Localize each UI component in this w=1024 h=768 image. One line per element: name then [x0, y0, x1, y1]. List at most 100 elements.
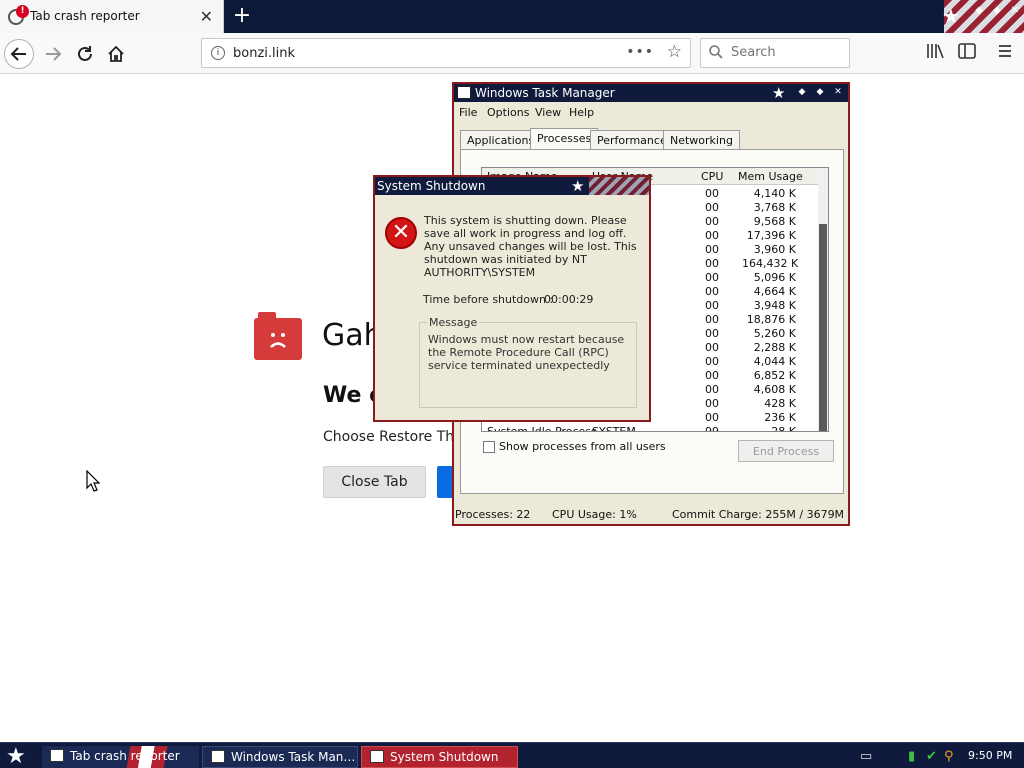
search-input[interactable] [731, 45, 841, 60]
taskbar: ★ Tab crash reporter Windows Task Man… S… [0, 742, 1024, 768]
show-all-processes-checkbox[interactable] [483, 441, 495, 453]
taskbar-item-system-shutdown[interactable]: System Shutdown [361, 746, 518, 768]
tab-processes[interactable]: Processes [530, 128, 599, 150]
search-icon [709, 45, 723, 59]
process-cpu: 00 [705, 271, 719, 284]
shutdown-message: This system is shutting down. Please sav… [424, 214, 637, 279]
info-icon[interactable]: i [211, 46, 225, 60]
process-cpu: 00 [705, 299, 719, 312]
process-mem-usage: 17,396 K [746, 229, 796, 242]
process-mem-usage: 5,260 K [753, 327, 796, 340]
tab-networking[interactable]: Networking [663, 130, 740, 150]
shutdown-time-label: Time before shutdown : [423, 293, 554, 306]
process-cpu: 00 [705, 327, 719, 340]
process-cpu: 00 [705, 215, 719, 228]
tab-performance[interactable]: Performance [590, 130, 674, 150]
process-cpu: 00 [705, 369, 719, 382]
process-mem-usage: 4,608 K [753, 383, 796, 396]
process-cpu: 00 [705, 187, 719, 200]
process-mem-usage: 6,852 K [753, 369, 796, 382]
process-cpu: 00 [705, 257, 719, 270]
taskbar-item-task-manager[interactable]: Windows Task Man… [202, 746, 358, 768]
taskbar-item-label: Windows Task Man… [231, 750, 356, 764]
shutdown-title: System Shutdown [377, 179, 486, 193]
end-process-button[interactable]: End Process [738, 440, 834, 462]
status-processes: Processes: 22 [455, 508, 531, 521]
task-manager-title: Windows Task Manager [475, 86, 615, 100]
shutdown-titlebar[interactable]: System Shutdown ★ [375, 177, 649, 195]
process-image-name: System Idle Process [487, 425, 597, 432]
reload-icon [78, 46, 92, 61]
mouse-pointer-icon [86, 470, 100, 492]
process-cpu: 00 [705, 201, 719, 214]
process-mem-usage: 4,664 K [753, 285, 796, 298]
process-cpu: 99 [705, 425, 719, 432]
keyboard-icon[interactable]: ▭ [860, 749, 872, 764]
url-text[interactable]: bonzi.link [233, 46, 295, 61]
process-mem-usage: 28 K [771, 425, 796, 432]
status-commit-charge: Commit Charge: 255M / 3679M [672, 508, 845, 521]
process-mem-usage: 18,876 K [746, 313, 796, 326]
process-user-name: SYSTEM [592, 425, 636, 432]
tab-crash-reporter[interactable]: ! Tab crash reporter ✕ [0, 0, 224, 33]
clock: 9:50 PM [968, 749, 1013, 762]
process-mem-usage: 3,768 K [753, 201, 796, 214]
home-button[interactable] [101, 39, 131, 69]
page-actions-button[interactable]: ••• [626, 44, 654, 60]
reload-button[interactable] [70, 39, 100, 69]
table-row[interactable]: System Idle Process SYSTEM 99 28 K [482, 425, 820, 432]
close-tab-button[interactable]: Close Tab [323, 466, 426, 498]
close-window-icon[interactable]: ✕ [1008, 5, 1022, 19]
system-shutdown-dialog: System Shutdown ★ ✕ This system is shutt… [373, 175, 651, 422]
process-cpu: 00 [705, 355, 719, 368]
hamburger-menu-icon[interactable] [997, 43, 1013, 63]
library-icon[interactable] [926, 43, 944, 63]
sidebar-icon[interactable] [958, 43, 976, 63]
menu-file[interactable]: File [459, 106, 477, 119]
process-mem-usage: 4,044 K [753, 355, 796, 368]
star-icon: ★ [571, 177, 585, 195]
scrollbar-thumb[interactable] [819, 224, 827, 431]
shutdown-message-group: Message Windows must now restart because… [419, 316, 637, 408]
taskbar-item-crash-reporter[interactable]: Tab crash reporter [42, 746, 199, 768]
process-cpu: 00 [705, 383, 719, 396]
minimize-icon[interactable]: ◆ [972, 5, 986, 19]
task-manager-titlebar[interactable]: Windows Task Manager ★ ◆ ◆ ✕ [454, 84, 848, 102]
task-manager-statusbar: Processes: 22 CPU Usage: 1% Commit Charg… [454, 508, 848, 524]
menu-options[interactable]: Options [487, 106, 529, 119]
close-tab-icon[interactable]: ✕ [200, 7, 213, 26]
back-button[interactable] [4, 39, 34, 69]
arrow-left-icon [10, 47, 26, 61]
search-bar[interactable] [700, 38, 850, 68]
menu-help[interactable]: Help [569, 106, 594, 119]
process-cpu: 00 [705, 285, 719, 298]
crash-description: Choose Restore This [323, 429, 466, 445]
close-icon[interactable]: ✕ [832, 86, 844, 98]
minimize-icon[interactable]: ◆ [796, 86, 808, 98]
flag-stripes-decoration [589, 177, 649, 195]
maximize-icon[interactable]: ◆ [990, 5, 1004, 19]
menu-view[interactable]: View [535, 106, 561, 119]
maximize-icon[interactable]: ◆ [814, 86, 826, 98]
forward-button[interactable] [38, 39, 68, 69]
process-mem-usage: 3,948 K [753, 299, 796, 312]
star-icon: ★ [772, 84, 786, 102]
url-bar[interactable]: i bonzi.link ••• ☆ [201, 38, 691, 68]
start-button-star-icon[interactable]: ★ [6, 744, 26, 768]
star-icon: ★ [942, 4, 960, 28]
window-icon [370, 750, 384, 763]
process-mem-usage: 164,432 K [742, 257, 799, 270]
column-cpu[interactable]: CPU [701, 170, 723, 183]
column-mem-usage[interactable]: Mem Usage [738, 170, 803, 183]
task-manager-icon [457, 86, 471, 99]
taskbar-item-label: Tab crash reporter [70, 749, 180, 763]
network-icon[interactable]: ▮ [908, 749, 915, 764]
process-mem-usage: 428 K [764, 397, 796, 410]
search-tray-icon[interactable]: ⚲ [944, 749, 954, 764]
bookmark-star-icon[interactable]: ☆ [667, 42, 682, 62]
arrow-right-icon [46, 47, 62, 61]
desktop-screen: ! Tab crash reporter ✕ + ★ ◆ ◆ ✕ i bonzi… [0, 0, 1024, 768]
new-tab-button[interactable]: + [230, 3, 254, 29]
shield-icon[interactable]: ✔ [926, 749, 937, 764]
message-group-text: Windows must now restart because the Rem… [428, 333, 625, 372]
